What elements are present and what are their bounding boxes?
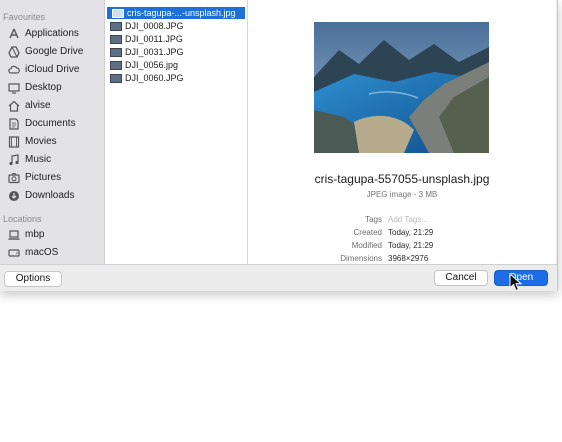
open-file-dialog: Favourites Applications Google Drive iCl… <box>0 0 558 291</box>
sidebar-item-label: Pictures <box>25 172 62 183</box>
sidebar-item-music[interactable]: Music <box>0 151 104 169</box>
sidebar-item-label: Desktop <box>25 82 62 93</box>
preview-pane: cris-tagupa-557055-unsplash.jpg JPEG ima… <box>248 0 556 264</box>
file-row[interactable]: DJI_0011.JPG <box>105 33 247 45</box>
tags-label: Tags <box>365 215 382 224</box>
file-name: DJI_0008.JPG <box>125 21 184 31</box>
sidebar-item-downloads[interactable]: Downloads <box>0 187 104 205</box>
image-file-icon <box>110 35 122 44</box>
sidebar-item-icloud-drive[interactable]: iCloud Drive <box>0 61 104 79</box>
sidebar-item-label: mbp <box>25 229 45 240</box>
sidebar-item-movies[interactable]: Movies <box>0 133 104 151</box>
file-list[interactable]: cris-tagupa-...-unsplash.jpg DJI_0008.JP… <box>105 0 248 264</box>
sidebar-item-label: Movies <box>25 136 57 147</box>
sidebar-item-pictures[interactable]: Pictures <box>0 169 104 187</box>
locations-heading: Locations <box>3 214 42 224</box>
sidebar-item-documents[interactable]: Documents <box>0 115 104 133</box>
sidebar-item-label: Documents <box>25 118 76 129</box>
documents-icon <box>9 118 19 130</box>
image-file-icon <box>110 74 122 83</box>
download-icon <box>9 191 19 201</box>
sidebar-item-google-drive[interactable]: Google Drive <box>0 43 104 61</box>
image-thumbnail <box>314 22 489 153</box>
sidebar-item-applications[interactable]: Applications <box>0 25 104 43</box>
film-icon <box>8 136 20 148</box>
file-row[interactable]: DJI_0031.JPG <box>105 46 247 58</box>
file-name: DJI_0011.JPG <box>125 34 183 44</box>
home-icon <box>8 100 20 112</box>
dialog-footer: Options Cancel Open <box>0 264 557 291</box>
file-name: DJI_0060.JPG <box>125 73 184 83</box>
image-file-icon <box>110 22 122 31</box>
sidebar-item-macos[interactable]: macOS <box>0 244 104 262</box>
preview-file-type: JPEG image - 3 MB <box>366 190 438 199</box>
image-file-icon <box>112 9 124 18</box>
options-button[interactable]: Options <box>4 271 62 287</box>
camera-icon <box>8 173 20 184</box>
image-file-icon <box>110 61 122 70</box>
sidebar-item-label: iCloud Drive <box>25 64 80 75</box>
tags-input[interactable]: Add Tags... <box>388 215 428 224</box>
cloud-icon <box>8 65 20 74</box>
music-note-icon <box>9 154 19 166</box>
file-row[interactable]: DJI_0008.JPG <box>105 20 247 32</box>
sidebar-item-label: macOS <box>25 247 59 258</box>
sidebar-item-label: Google Drive <box>25 46 84 57</box>
favourites-heading: Favourites <box>3 12 46 22</box>
preview-filename: cris-tagupa-557055-unsplash.jpg <box>314 172 490 186</box>
applications-icon <box>9 28 19 39</box>
desktop-icon <box>8 83 20 94</box>
sidebar-item-desktop[interactable]: Desktop <box>0 79 104 97</box>
sidebar-item-mbp[interactable]: mbp <box>0 226 104 244</box>
modified-label: Modified <box>351 241 382 250</box>
sidebar-item-label: alvise <box>25 100 51 111</box>
created-label: Created <box>353 228 382 237</box>
sidebar-item-label: Music <box>25 154 52 165</box>
file-name: DJI_0031.JPG <box>125 47 184 57</box>
cancel-button[interactable]: Cancel <box>434 270 488 286</box>
created-value: Today, 21:29 <box>388 228 434 237</box>
laptop-icon <box>8 230 20 240</box>
image-file-icon <box>110 48 122 57</box>
sidebar-item-alvise[interactable]: alvise <box>0 97 104 115</box>
pointer-cursor-icon <box>509 273 523 292</box>
file-row-selected[interactable]: cris-tagupa-...-unsplash.jpg <box>107 7 245 19</box>
modified-value: Today, 21:29 <box>388 241 434 250</box>
sidebar-item-label: Downloads <box>25 190 75 201</box>
dimensions-label: Dimensions <box>340 254 382 263</box>
file-row[interactable]: DJI_0060.JPG <box>105 72 247 84</box>
disk-icon <box>8 249 20 257</box>
file-row[interactable]: DJI_0056.jpg <box>105 59 247 71</box>
sidebar-item-label: Applications <box>25 28 79 39</box>
google-drive-icon <box>8 46 20 58</box>
sidebar[interactable]: Favourites Applications Google Drive iCl… <box>0 0 105 264</box>
dimensions-value: 3968×2976 <box>388 254 429 263</box>
file-name: DJI_0056.jpg <box>125 60 179 70</box>
file-name: cris-tagupa-...-unsplash.jpg <box>127 8 236 18</box>
